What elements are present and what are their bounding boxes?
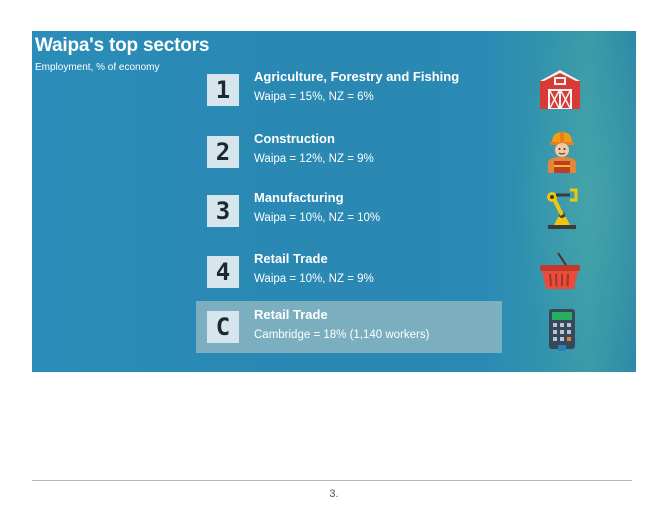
sector-stat: Waipa = 12%, NZ = 9%	[254, 153, 374, 165]
sector-row-4: 4 Retail Trade Waipa = 10%, NZ = 9%	[196, 247, 502, 299]
rank-badge: C	[207, 311, 239, 343]
sector-stat: Waipa = 10%, NZ = 9%	[254, 273, 374, 285]
footer-divider	[32, 480, 632, 481]
sectors-banner: Waipa's top sectors Employment, % of eco…	[32, 31, 636, 372]
sector-row-3: 3 Manufacturing Waipa = 10%, NZ = 10%	[196, 186, 502, 238]
slide-title: Waipa's top sectors	[35, 35, 210, 56]
slide-subtitle: Employment, % of economy	[35, 62, 160, 73]
shopping-basket-icon	[540, 252, 580, 289]
sector-name: Retail Trade	[254, 307, 328, 322]
sector-row-1: 1 Agriculture, Forestry and Fishing Waip…	[196, 65, 502, 117]
rank-badge: 3	[207, 195, 239, 227]
rank-badge: 2	[207, 136, 239, 168]
construction-worker-icon	[548, 132, 576, 173]
sector-name: Retail Trade	[254, 251, 328, 266]
robotic-arm-icon	[547, 188, 578, 229]
sector-name: Agriculture, Forestry and Fishing	[254, 69, 460, 84]
sector-stat: Cambridge = 18% (1,140 workers)	[254, 329, 430, 341]
sector-row-2: 2 Construction Waipa = 12%, NZ = 9%	[196, 127, 502, 179]
sector-stat: Waipa = 10%, NZ = 10%	[254, 212, 381, 224]
sector-stat: Waipa = 15%, NZ = 6%	[254, 91, 374, 103]
sector-name: Manufacturing	[254, 190, 344, 205]
rank-badge: 4	[207, 256, 239, 288]
sector-name: Construction	[254, 131, 335, 146]
barn-icon	[540, 70, 580, 109]
rank-badge: 1	[207, 74, 239, 106]
page-number: 3.	[329, 488, 339, 500]
cash-register-icon	[549, 309, 575, 351]
sector-row-cambridge: C Retail Trade Cambridge = 18% (1,140 wo…	[196, 301, 502, 353]
